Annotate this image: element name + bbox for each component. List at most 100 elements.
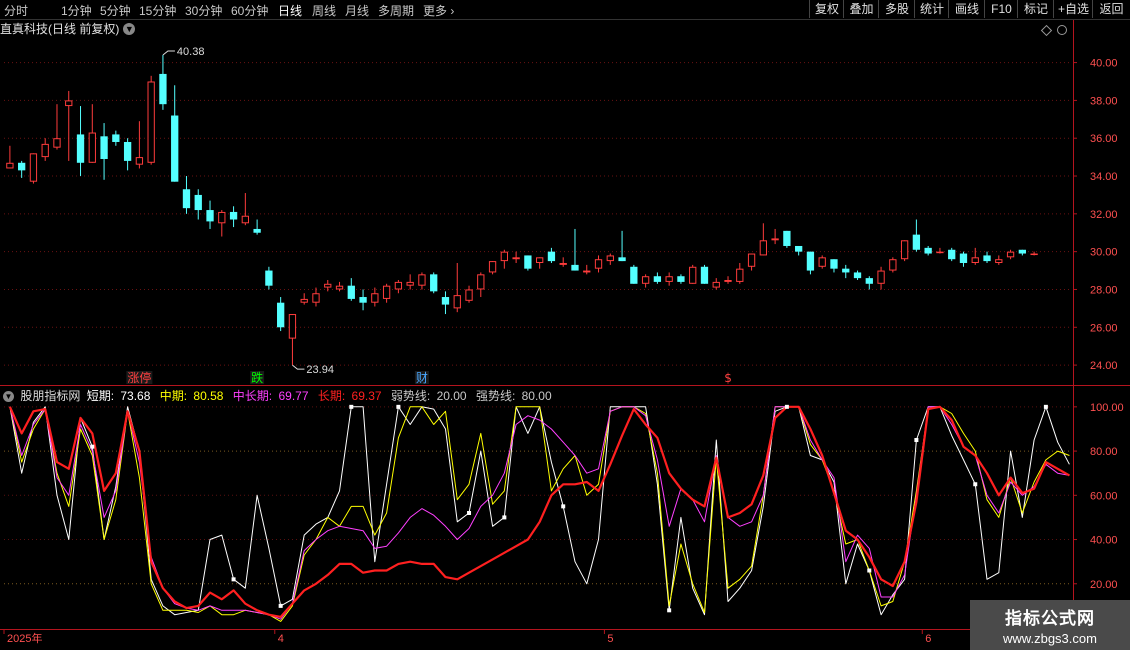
legend-midlong-value: 69.77 <box>278 389 309 403</box>
candle-body-down <box>229 211 238 220</box>
legend-long-label: 长期: <box>317 389 349 403</box>
candle-body-down <box>700 266 709 284</box>
candle-body-down <box>959 253 968 263</box>
candle-body-up <box>818 257 826 267</box>
legend-weak-value: 20.00 <box>436 389 467 403</box>
tab-daily[interactable]: 日线 <box>278 2 302 19</box>
stock-title: 直真科技(日线 前复权) <box>0 22 120 36</box>
candle-body-up <box>418 274 426 286</box>
main-chart-title: 直真科技(日线 前复权) ▼ <box>0 20 136 37</box>
candle-body-up <box>759 240 767 256</box>
indicator-point-marker <box>561 504 566 509</box>
candle-body-up <box>583 270 591 273</box>
candle-body-up <box>29 153 38 182</box>
tab-1min[interactable]: 1分钟 <box>61 2 92 19</box>
indicator-tick-label: 60.00 <box>1090 490 1118 502</box>
candle-body-down <box>112 134 120 142</box>
candle-body-up <box>288 314 297 339</box>
candle-body-up <box>1030 253 1038 256</box>
price-grid <box>4 62 1072 366</box>
chevron-down-icon[interactable]: ▼ <box>123 23 136 35</box>
diamond-icon <box>1040 24 1053 37</box>
candle-body-up <box>665 276 673 282</box>
candle-body-up <box>371 293 379 303</box>
tab-more[interactable]: 更多 › <box>423 2 454 19</box>
indicator-chevron-icon[interactable]: ▼ <box>3 391 14 402</box>
indicator-point-marker <box>278 603 283 608</box>
legend-strong-label: 强势线: <box>475 389 519 403</box>
tab-30min[interactable]: 30分钟 <box>185 2 222 19</box>
candle-body-down <box>653 276 662 282</box>
candle-body-down <box>253 228 261 233</box>
date-tick-label: 4 <box>278 633 284 645</box>
candle-body-down <box>865 278 873 284</box>
candle-body-up <box>335 285 344 290</box>
candle-body-up <box>559 262 567 265</box>
price-tick-label: 28.00 <box>1090 284 1118 296</box>
statistics-button[interactable]: 统计 <box>914 0 949 18</box>
f10-button[interactable]: F10 <box>984 0 1018 18</box>
candle-body-up <box>512 257 520 260</box>
tab-multi-period[interactable]: 多周期 <box>378 2 414 19</box>
tab-monthly[interactable]: 月线 <box>345 2 369 19</box>
price-tick-label: 24.00 <box>1090 360 1118 372</box>
candle-body-up <box>877 270 885 284</box>
fuquan-button[interactable]: 复权 <box>809 0 844 18</box>
candlestick-series <box>6 55 1038 366</box>
legend-weak-label: 弱势线: <box>390 389 434 403</box>
candle-body-up <box>594 259 603 269</box>
candle-body-down <box>100 136 108 160</box>
legend-mid-label: 中期: <box>159 389 191 403</box>
tab-5min[interactable]: 5分钟 <box>100 2 131 19</box>
indicator-point-marker <box>667 608 672 613</box>
indicator-point-marker <box>784 404 789 409</box>
date-tick-label: 5 <box>607 633 613 645</box>
legend-short-label: 短期: <box>86 389 118 403</box>
chart-annotations: 40.38 23.94 涨停 跌 财 $ <box>126 46 732 385</box>
candle-body-up <box>889 259 897 271</box>
price-tick-label: 38.00 <box>1090 95 1118 107</box>
tab-60min[interactable]: 60分钟 <box>231 2 268 19</box>
legend-mid: 中期: 80.58 <box>160 389 227 403</box>
candle-body-up <box>936 251 944 254</box>
low-pointer <box>292 364 305 370</box>
candle-body-down <box>159 73 167 105</box>
event-marker: 涨停 <box>127 370 151 385</box>
watermark-text-cn: 指标公式网 <box>1005 609 1095 628</box>
legend-long-value: 69.37 <box>351 389 382 403</box>
candle-body-down <box>983 255 991 262</box>
indicator-point-marker <box>502 515 507 520</box>
indicator-tick-label: 80.00 <box>1090 446 1118 458</box>
back-button[interactable]: 返回 <box>1092 0 1130 18</box>
overlay-button[interactable]: 叠加 <box>843 0 879 18</box>
indicator-point-marker <box>396 404 401 409</box>
chart-frame <box>0 20 1130 650</box>
candle-body-up <box>747 253 756 267</box>
tab-weekly[interactable]: 周线 <box>312 2 336 19</box>
candle-body-down <box>795 245 803 252</box>
event-marker: 财 <box>416 371 428 385</box>
candle-body-down <box>171 115 179 182</box>
add-watchlist-button[interactable]: +自选 <box>1053 0 1093 18</box>
price-tick-label: 40.00 <box>1090 58 1118 70</box>
multi-stock-button[interactable]: 多股 <box>878 0 915 18</box>
candle-body-up <box>465 289 473 301</box>
tab-15min[interactable]: 15分钟 <box>139 2 176 19</box>
indicator-point-marker <box>1043 404 1048 409</box>
watermark-text-url: www.zbgs3.com <box>1003 631 1097 646</box>
candle-body-down <box>182 189 191 209</box>
candle-body-down <box>430 274 438 292</box>
candle-body-down <box>630 266 638 284</box>
candle-body-down <box>265 270 273 286</box>
legend-strong: 强势线: 80.00 <box>476 389 555 403</box>
site-watermark-logo: 指标公式网 www.zbgs3.com <box>970 600 1130 650</box>
legend-midlong: 中长期: 69.77 <box>233 389 312 403</box>
mark-button[interactable]: 标记 <box>1017 0 1054 18</box>
candle-body-down <box>206 210 214 222</box>
indicator-point-marker <box>231 577 236 582</box>
tab-fenshi[interactable]: 分时 <box>4 2 28 19</box>
candle-body-up <box>641 276 650 284</box>
candle-body-up <box>724 280 732 282</box>
indicator-point-marker <box>349 404 354 409</box>
draw-line-button[interactable]: 画线 <box>948 0 985 18</box>
